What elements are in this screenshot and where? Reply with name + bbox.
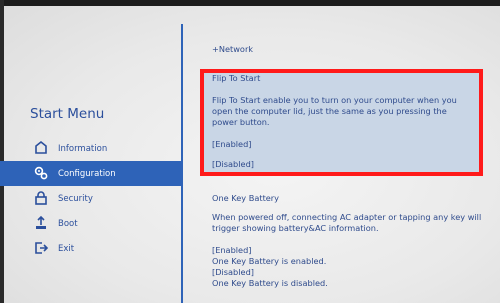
boot-icon — [36, 215, 46, 229]
info-icon — [35, 140, 47, 154]
sidebar-item-information[interactable]: Information — [0, 136, 181, 161]
flip-to-start-option-enabled[interactable]: [Enabled] — [212, 139, 251, 150]
sidebar-item-label: Configuration — [58, 168, 116, 179]
sidebar-item-label: Exit — [58, 243, 75, 254]
lock-icon — [35, 191, 47, 205]
flip-to-start-description: Flip To Start enable you to turn on your… — [212, 95, 457, 127]
exit-icon — [35, 242, 49, 254]
one-key-battery-disabled-desc: One Key Battery is disabled. — [212, 278, 328, 288]
sidebar-item-label: Information — [58, 143, 108, 154]
sidebar-item-security[interactable]: Security — [0, 186, 181, 211]
sidebar-item-boot[interactable]: Boot — [0, 211, 181, 236]
start-menu-title: Start Menu — [30, 106, 105, 122]
one-key-battery-option-disabled: [Disabled] — [212, 267, 254, 277]
sidebar-item-configuration[interactable]: Configuration — [0, 161, 181, 186]
flip-to-start-title: Flip To Start — [212, 73, 261, 83]
gear-icon — [34, 166, 48, 180]
sidebar-divider — [181, 24, 183, 303]
one-key-battery-description: When powered off, connecting AC adapter … — [212, 212, 482, 233]
network-section-toggle[interactable]: +Network — [212, 44, 253, 55]
sidebar-item-exit[interactable]: Exit — [0, 236, 181, 261]
one-key-battery-enabled-desc: One Key Battery is enabled. — [212, 256, 327, 266]
one-key-battery-title[interactable]: One Key Battery — [212, 193, 279, 204]
flip-to-start-option-disabled[interactable]: [Disabled] — [212, 159, 254, 170]
sidebar-item-label: Boot — [58, 218, 78, 229]
one-key-battery-option-enabled: [Enabled] — [212, 245, 252, 255]
sidebar-menu: Information Configuration Security Boot … — [0, 136, 181, 261]
sidebar-item-label: Security — [58, 193, 93, 204]
